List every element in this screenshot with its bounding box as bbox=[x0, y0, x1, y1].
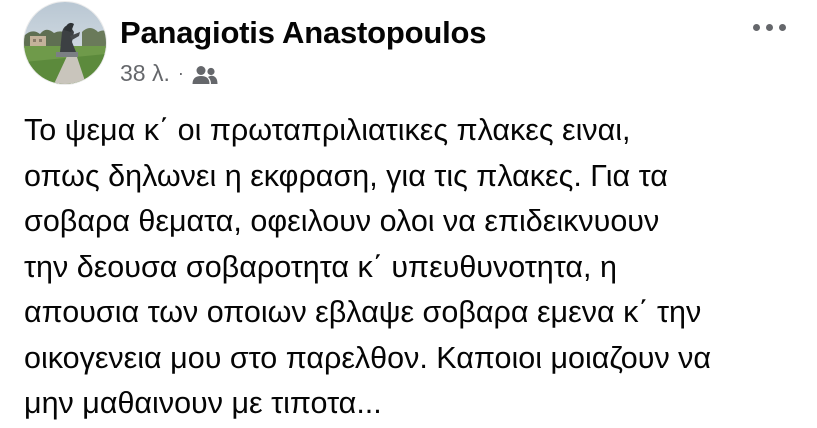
facebook-post: Panagiotis Anastopoulos 38 λ. · Το ψεμα … bbox=[0, 0, 817, 428]
profile-photo-icon bbox=[24, 2, 106, 84]
post-meta: 38 λ. · bbox=[120, 60, 218, 87]
author-avatar[interactable] bbox=[24, 2, 106, 84]
more-options-icon bbox=[752, 23, 786, 31]
meta-separator: · bbox=[177, 63, 184, 83]
author-name[interactable]: Panagiotis Anastopoulos bbox=[120, 15, 486, 51]
post-header: Panagiotis Anastopoulos 38 λ. · bbox=[24, 2, 793, 88]
more-options-button[interactable] bbox=[745, 12, 793, 42]
friends-icon[interactable] bbox=[192, 64, 218, 84]
post-text: Το ψεμα κ΄ οι πρωταπριλιατικες πλακες ει… bbox=[24, 113, 712, 420]
post-timestamp[interactable]: 38 λ. bbox=[120, 60, 170, 87]
